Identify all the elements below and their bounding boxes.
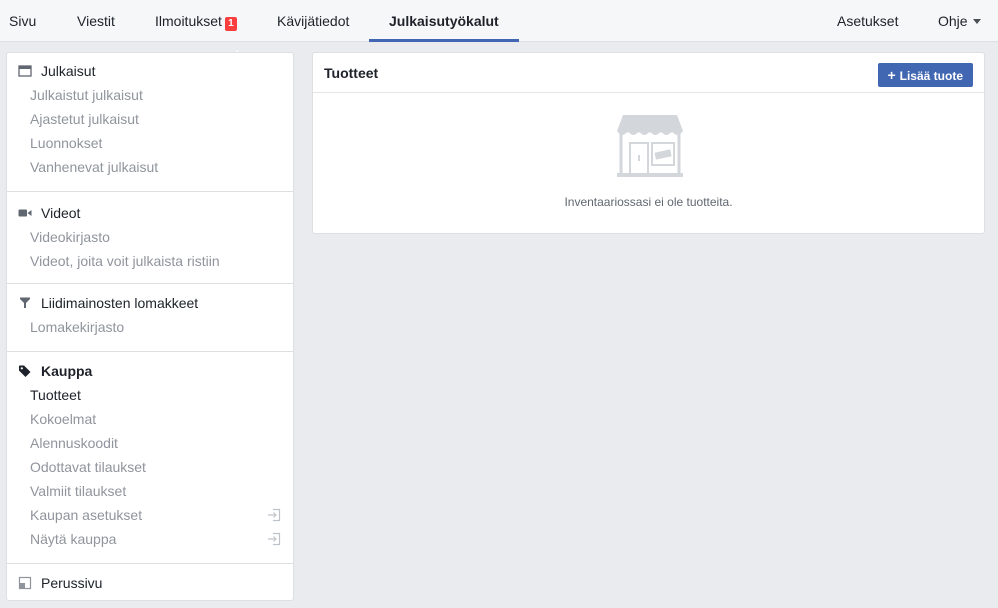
section-title: Liidimainosten lomakkeet (41, 295, 199, 311)
active-tab-indicator (369, 39, 519, 42)
sidebar: Julkaisut Julkaistut julkaisut Ajastetut… (6, 52, 294, 601)
empty-state-message: Inventaariossasi ei ole tuotteita. (564, 195, 733, 209)
section-videot: Videot Videokirjasto Videot, joita voit … (7, 192, 293, 284)
sidebar-item-lomakekirjasto[interactable]: Lomakekirjasto (7, 315, 293, 339)
chevron-down-icon (972, 19, 981, 24)
section-title: Julkaisut (41, 63, 96, 79)
tab-viestit[interactable]: Viestit (77, 0, 115, 42)
page-title: Tuotteet (324, 65, 379, 81)
sidebar-item-kokoelmat[interactable]: Kokoelmat (7, 407, 293, 431)
sidebar-item-kaupan-asetukset[interactable]: Kaupan asetukset (7, 503, 293, 527)
tab-ilmoitukset-label: Ilmoitukset (155, 13, 222, 29)
tab-julkaisutyokalut[interactable]: Julkaisutyökalut (389, 0, 499, 42)
sidebar-item-label: Näytä kauppa (30, 531, 117, 547)
section-title: Perussivu (41, 575, 103, 591)
window-icon (18, 65, 32, 77)
section-header-julkaisut[interactable]: Julkaisut (7, 59, 293, 83)
tab-asetukset[interactable]: Asetukset (837, 0, 898, 42)
tab-sivu[interactable]: Sivu (9, 0, 36, 42)
sidebar-item-tuotteet[interactable]: Tuotteet (7, 383, 293, 407)
tab-ilmoitukset[interactable]: Ilmoitukset 1 (155, 0, 237, 42)
sidebar-item-label: Kaupan asetukset (30, 507, 143, 523)
section-julkaisut: Julkaisut Julkaistut julkaisut Ajastetut… (7, 53, 293, 192)
top-navigation: Sivu Viestit Ilmoitukset 1 Kävijätiedot J… (0, 0, 998, 42)
add-product-label: Lisää tuote (899, 69, 963, 83)
sidebar-item-nayta-kauppa[interactable]: Näytä kauppa (7, 527, 293, 551)
tab-ohje-label: Ohje (938, 13, 968, 29)
products-panel: Tuotteet + Lisää tuote Inventaariossasi e… (312, 52, 985, 234)
external-link-icon (268, 532, 281, 546)
sidebar-item-odottavat-tilaukset[interactable]: Odottavat tilaukset (7, 455, 293, 479)
tab-ohje[interactable]: Ohje (938, 0, 981, 42)
sidebar-item-videokirjasto[interactable]: Videokirjasto (7, 225, 293, 249)
sidebar-item-luonnokset[interactable]: Luonnokset (7, 131, 293, 155)
section-perussivu: Perussivu (7, 564, 293, 600)
sidebar-item-ajastetut[interactable]: Ajastetut julkaisut (7, 107, 293, 131)
section-title: Kauppa (41, 363, 93, 379)
sidebar-item-alennuskoodit[interactable]: Alennuskoodit (7, 431, 293, 455)
add-product-button[interactable]: + Lisää tuote (878, 63, 973, 87)
section-liidimainokset: Liidimainosten lomakkeet Lomakekirjasto (7, 284, 293, 352)
external-link-icon (268, 508, 281, 522)
sidebar-item-valmiit-tilaukset[interactable]: Valmiit tilaukset (7, 479, 293, 503)
section-header-kauppa[interactable]: Kauppa (7, 359, 293, 383)
notification-count-badge: 1 (224, 17, 237, 31)
tab-kavijatiedot[interactable]: Kävijätiedot (277, 0, 349, 42)
panel-header: Tuotteet + Lisää tuote (313, 53, 984, 93)
section-header-perussivu[interactable]: Perussivu (7, 571, 293, 595)
funnel-icon (20, 297, 30, 308)
storefront-icon (617, 115, 683, 177)
sidebar-item-julkaistut[interactable]: Julkaistut julkaisut (7, 83, 293, 107)
sidebar-item-ristiin[interactable]: Videot, joita voit julkaista ristiin (7, 249, 293, 273)
section-title: Videot (41, 205, 81, 221)
section-header-videot[interactable]: Videot (7, 201, 293, 225)
section-header-liidimainokset[interactable]: Liidimainosten lomakkeet (7, 291, 293, 315)
plus-icon: + (887, 67, 896, 83)
section-kauppa: Kauppa Tuotteet Kokoelmat Alennuskoodit … (7, 352, 293, 564)
sidebar-item-vanhenevat[interactable]: Vanhenevat julkaisut (7, 155, 293, 179)
video-camera-icon (18, 209, 32, 217)
page-icon (18, 576, 32, 590)
price-tag-icon (19, 365, 31, 377)
